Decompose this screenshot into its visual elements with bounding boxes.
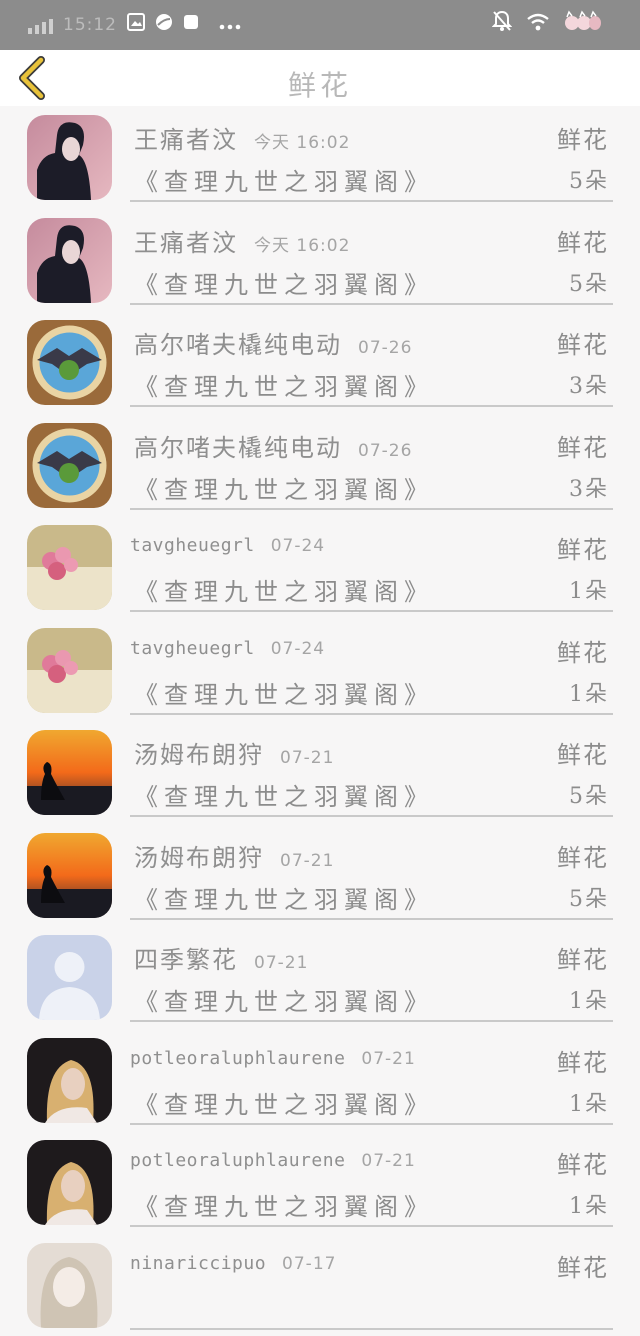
list-item[interactable]: 汤姆布朗狩07-21 鲜花 《查理九世之羽翼阁》 5朵 [0,721,640,824]
wifi-icon [526,12,550,36]
sender-name: potleoraluphlaurene07-21 [130,1048,416,1069]
gift-type: 鲜花 [557,940,609,975]
avatar[interactable] [27,833,112,918]
book-title: 《查理九世之羽翼阁》 [134,572,434,607]
send-date: 07-26 [358,441,412,461]
browser-icon [155,13,173,36]
book-title: 《查理九世之羽翼阁》 [134,777,434,812]
battery-cats-icon [564,10,602,37]
gift-count: 1朵 [569,983,609,1015]
gift-type: 鲜花 [557,838,609,873]
gift-type: 鲜花 [557,223,609,258]
gift-type: 鲜花 [557,735,609,770]
more-dots-icon [219,14,241,35]
gift-count: 3朵 [569,368,609,400]
status-bar: 15:12 [0,0,640,50]
book-title: 《查理九世之羽翼阁》 [134,880,434,915]
send-date: 07-21 [361,1151,415,1171]
sender-name: 汤姆布朗狩07-21 [134,838,334,873]
book-title: 《查理九世之羽翼阁》 [134,1085,434,1120]
send-date: 07-21 [280,748,334,768]
gift-type: 鲜花 [557,530,609,565]
book-title: 《查理九世之羽翼阁》 [134,265,434,300]
gift-type: 鲜花 [557,633,609,668]
gift-type: 鲜花 [557,1145,609,1180]
list-item[interactable]: potleoraluphlaurene07-21 鲜花 《查理九世之羽翼阁》 1… [0,1029,640,1132]
book-title: 《查理九世之羽翼阁》 [134,1187,434,1222]
gift-type: 鲜花 [557,1043,609,1078]
send-date: 今天 16:02 [254,236,350,256]
avatar[interactable] [27,218,112,303]
avatar[interactable] [27,525,112,610]
sender-name: 王痛者汶今天 16:02 [134,120,350,155]
gift-count: 3朵 [569,471,609,503]
list-item[interactable]: tavgheuegrl07-24 鲜花 《查理九世之羽翼阁》 1朵 [0,619,640,722]
list-item[interactable]: 汤姆布朗狩07-21 鲜花 《查理九世之羽翼阁》 5朵 [0,824,640,927]
send-date: 今天 16:02 [254,133,350,153]
list-item[interactable]: 四季繁花07-21 鲜花 《查理九世之羽翼阁》 1朵 [0,926,640,1029]
sender-name: 汤姆布朗狩07-21 [134,735,334,770]
gift-record-list[interactable]: 王痛者汶今天 16:02 鲜花 《查理九世之羽翼阁》 5朵 王痛者汶今天 16:… [0,106,640,1336]
square-icon [183,14,199,35]
sender-name: tavgheuegrl07-24 [130,638,325,659]
send-date: 07-21 [280,851,334,871]
sender-name: 高尔啫夫橇纯电动07-26 [134,428,412,463]
send-date: 07-21 [254,953,308,973]
book-title: 《查理九世之羽翼阁》 [134,162,434,197]
book-title: 《查理九世之羽翼阁》 [134,982,434,1017]
gift-count: 1朵 [569,676,609,708]
avatar[interactable] [27,730,112,815]
book-title: 《查理九世之羽翼阁》 [134,470,434,505]
gift-count: 5朵 [569,881,609,913]
book-title: 《查理九世之羽翼阁》 [134,675,434,710]
send-date: 07-24 [271,639,325,659]
sender-name: potleoraluphlaurene07-21 [130,1150,416,1171]
avatar[interactable] [27,1243,112,1328]
gift-count: 5朵 [569,778,609,810]
sender-name: 王痛者汶今天 16:02 [134,223,350,258]
mute-notification-icon [492,10,512,37]
avatar[interactable] [27,628,112,713]
book-title: 《查理九世之羽翼阁》 [134,367,434,402]
list-item[interactable]: 王痛者汶今天 16:02 鲜花 《查理九世之羽翼阁》 5朵 [0,209,640,312]
avatar[interactable] [27,1038,112,1123]
sender-name: 高尔啫夫橇纯电动07-26 [134,325,412,360]
avatar[interactable] [27,115,112,200]
sender-name: ninariccipuo07-17 [130,1253,336,1274]
list-item[interactable]: 高尔啫夫橇纯电动07-26 鲜花 《查理九世之羽翼阁》 3朵 [0,414,640,517]
gift-count: 5朵 [569,163,609,195]
gift-count: 1朵 [569,1086,609,1118]
list-item[interactable]: 高尔啫夫橇纯电动07-26 鲜花 《查理九世之羽翼阁》 3朵 [0,311,640,414]
page-title: 鲜花 [0,64,640,104]
send-date: 07-24 [271,536,325,556]
gift-type: 鲜花 [557,325,609,360]
gift-type: 鲜花 [557,1248,609,1283]
avatar[interactable] [27,935,112,1020]
avatar[interactable] [27,423,112,508]
status-time: 15:12 [63,15,117,35]
list-item[interactable]: tavgheuegrl07-24 鲜花 《查理九世之羽翼阁》 1朵 [0,516,640,619]
gift-count: 5朵 [569,266,609,298]
image-icon [127,13,145,36]
send-date: 07-17 [282,1254,336,1274]
send-date: 07-26 [358,338,412,358]
list-item[interactable]: potleoraluphlaurene07-21 鲜花 《查理九世之羽翼阁》 1… [0,1131,640,1234]
signal-icon [28,16,53,34]
list-item[interactable]: 王痛者汶今天 16:02 鲜花 《查理九世之羽翼阁》 5朵 [0,106,640,209]
gift-type: 鲜花 [557,120,609,155]
list-item[interactable]: ninariccipuo07-17 鲜花 [0,1234,640,1336]
send-date: 07-21 [361,1049,415,1069]
sender-name: tavgheuegrl07-24 [130,535,325,556]
avatar[interactable] [27,1140,112,1225]
gift-count: 1朵 [569,573,609,605]
gift-count: 1朵 [569,1188,609,1220]
avatar[interactable] [27,320,112,405]
title-bar: 鲜花 [0,50,640,106]
gift-type: 鲜花 [557,428,609,463]
sender-name: 四季繁花07-21 [134,940,308,975]
